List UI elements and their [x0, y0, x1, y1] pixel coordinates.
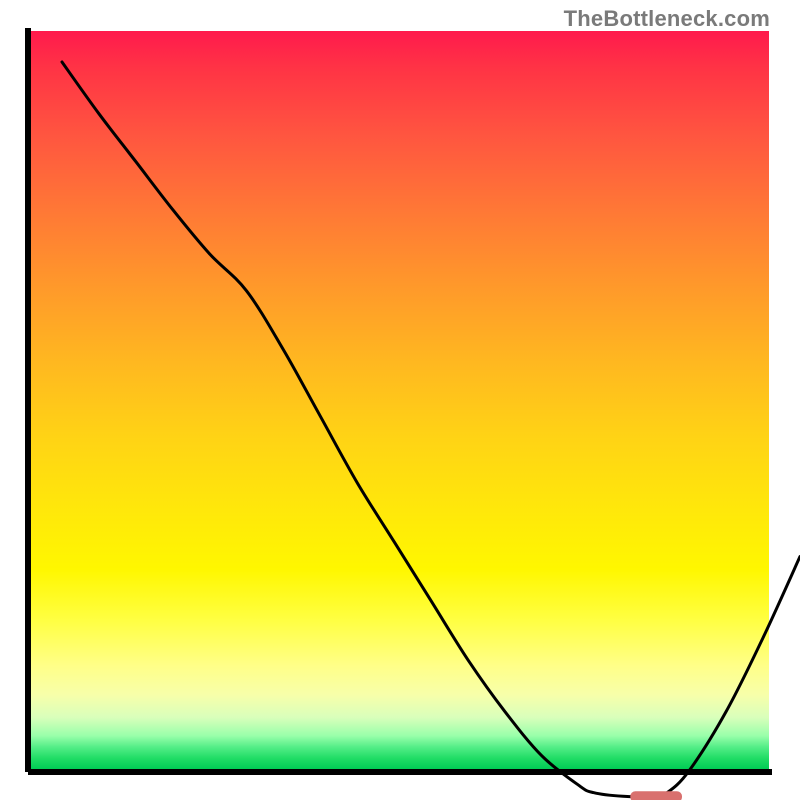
watermark-text: TheBottleneck.com	[564, 6, 770, 32]
chart-container: TheBottleneck.com	[0, 0, 800, 800]
plot-area	[31, 31, 769, 769]
y-axis	[25, 28, 31, 772]
bottleneck-curve	[62, 62, 800, 797]
optimal-marker	[630, 791, 682, 800]
x-axis	[28, 769, 772, 775]
chart-overlay-svg	[62, 62, 800, 800]
